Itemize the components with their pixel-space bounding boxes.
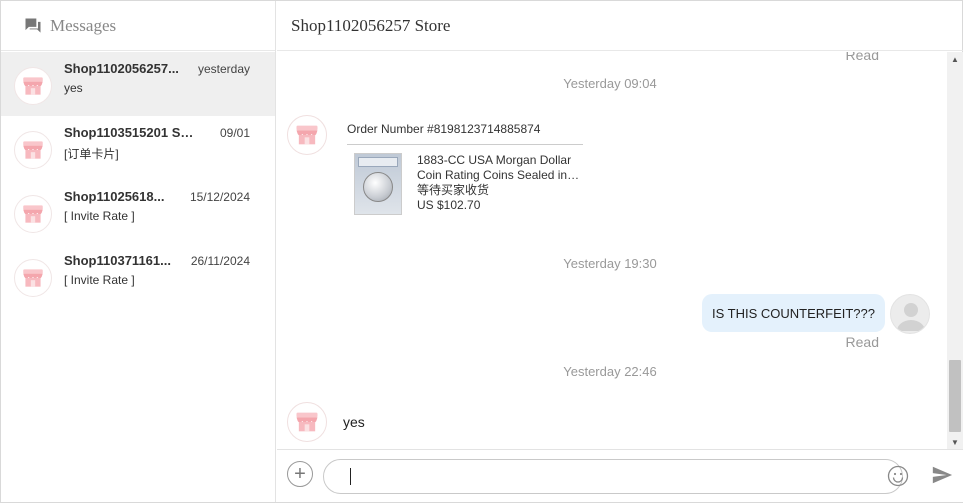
order-status: 等待买家收货	[417, 183, 490, 197]
add-attachment-button[interactable]: +	[287, 461, 313, 487]
conversation-preview: [ Invite Rate ]	[64, 209, 135, 223]
conversation-preview: [ Invite Rate ]	[64, 273, 135, 287]
conversation-time: 15/12/2024	[189, 190, 250, 204]
scrollbar-thumb[interactable]	[949, 360, 961, 432]
message-composer: +	[277, 449, 963, 502]
message-scrollbar[interactable]: ▲ ▼	[947, 52, 963, 449]
order-card[interactable]: Order Number #8198123714885874 1883-CC U…	[347, 122, 583, 215]
shop-avatar-icon	[14, 259, 52, 297]
messaging-app: Messages Shop1102056257... yesterday yes	[0, 0, 963, 503]
message-thread[interactable]: Read Yesterday 09:04 Order Number #81981…	[277, 52, 947, 449]
chat-bubbles-icon	[23, 16, 43, 36]
chat-panel: Shop1102056257 Store Read Yesterday 09:0…	[277, 1, 963, 502]
smiley-icon[interactable]	[887, 465, 909, 487]
conversation-item[interactable]: Shop110371161... 26/11/2024 [ Invite Rat…	[1, 244, 275, 308]
scroll-up-icon[interactable]: ▲	[947, 52, 963, 66]
conversation-name: Shop110371161...	[64, 253, 171, 268]
product-price: US $102.70	[417, 198, 481, 212]
read-receipt: Read	[845, 52, 879, 63]
shop-message-text: yes	[343, 414, 365, 430]
conversation-list: Shop1102056257... yesterday yes Shop1103…	[1, 52, 275, 308]
shop-avatar-icon	[14, 67, 52, 105]
message-timestamp: Yesterday 19:30	[563, 256, 657, 271]
user-avatar-icon	[890, 294, 930, 334]
product-title: 1883-CC USA Morgan Dollar Coin Rating Co…	[417, 153, 572, 182]
user-message-text: IS THIS COUNTERFEIT???	[711, 305, 875, 321]
conversation-time: 26/11/2024	[190, 254, 250, 268]
conversation-item[interactable]: Shop11025618... 15/12/2024 [ Invite Rate…	[1, 180, 275, 244]
chat-header: Shop1102056257 Store	[277, 1, 963, 51]
plus-icon: +	[294, 463, 306, 485]
shop-avatar-icon	[287, 115, 327, 155]
scroll-down-icon[interactable]: ▼	[947, 435, 963, 449]
chat-title: Shop1102056257 Store	[291, 15, 451, 35]
message-timestamp: Yesterday 22:46	[563, 364, 657, 379]
conversation-time: 09/01	[219, 126, 250, 140]
shop-avatar-icon	[14, 131, 52, 169]
conversation-time: yesterday	[197, 62, 250, 76]
conversation-sidebar: Messages Shop1102056257... yesterday yes	[1, 1, 276, 502]
text-caret	[350, 468, 351, 485]
conversation-item[interactable]: Shop1103515201 St... 09/01 [订单卡片]	[1, 116, 275, 180]
send-arrow-icon[interactable]	[931, 464, 953, 486]
shop-avatar-icon	[287, 402, 327, 442]
user-message-bubble: IS THIS COUNTERFEIT???	[701, 294, 885, 332]
conversation-preview: yes	[64, 81, 83, 95]
order-number: Order Number #8198123714885874	[347, 122, 583, 145]
order-product[interactable]: 1883-CC USA Morgan Dollar Coin Rating Co…	[354, 153, 583, 215]
conversation-name: Shop1102056257...	[64, 61, 179, 76]
message-input[interactable]	[323, 459, 903, 494]
conversation-name: Shop11025618...	[64, 189, 165, 204]
shop-avatar-icon	[14, 195, 52, 233]
conversation-preview: [订单卡片]	[64, 147, 119, 161]
read-receipt: Read	[845, 334, 879, 350]
product-image[interactable]	[354, 153, 402, 215]
conversation-item[interactable]: Shop1102056257... yesterday yes	[1, 52, 275, 116]
conversation-name: Shop1103515201 St...	[64, 125, 194, 140]
sidebar-title: Messages	[50, 15, 117, 35]
sidebar-header: Messages	[1, 1, 275, 51]
message-timestamp: Yesterday 09:04	[563, 76, 657, 91]
